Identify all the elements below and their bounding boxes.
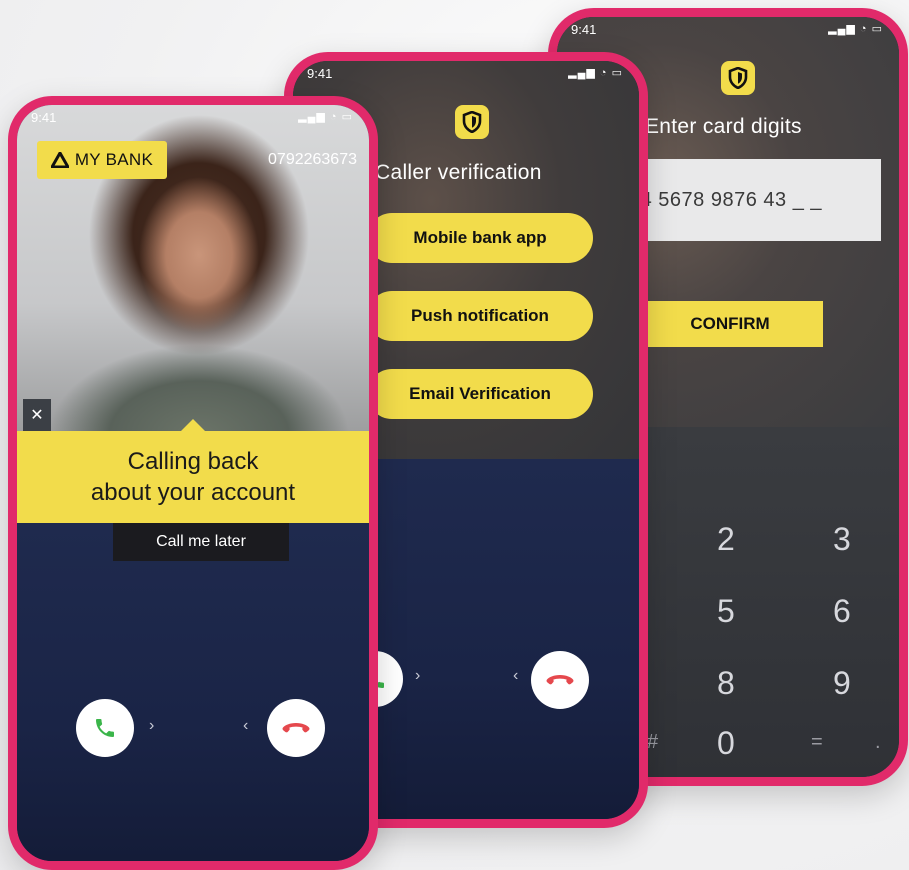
option-label: Email Verification xyxy=(409,384,551,403)
key-hash[interactable]: # xyxy=(647,731,658,754)
status-bar: 9:41 ▂▄▆ ◔ ▭ xyxy=(17,105,369,131)
card-digits-input[interactable]: 34 5678 9876 43 _ _ xyxy=(617,159,881,241)
shield-icon xyxy=(721,61,755,95)
key-dot[interactable]: . xyxy=(875,731,881,754)
page-title: Caller verification xyxy=(375,161,542,184)
key-5[interactable]: 5 xyxy=(717,593,735,630)
key-9[interactable]: 9 xyxy=(833,665,851,702)
key-6[interactable]: 6 xyxy=(833,593,851,630)
call-me-later-button[interactable]: Call me later xyxy=(113,523,289,561)
option-label: Push notification xyxy=(411,306,549,325)
status-time: 9:41 xyxy=(571,22,597,37)
message-line-1: Calling back xyxy=(127,448,259,475)
key-3[interactable]: 3 xyxy=(833,521,851,558)
signal-icon: ▂▄▆ ◔ ▭ xyxy=(828,23,883,35)
status-time: 9:41 xyxy=(307,66,333,81)
bank-name: MY BANK xyxy=(74,150,154,169)
chevron-right-icon: › xyxy=(149,717,155,734)
chevron-left-icon: ‹ xyxy=(243,717,249,734)
phone-decline-icon xyxy=(282,723,310,733)
message-banner: Calling back about your account xyxy=(17,419,369,523)
phone-incoming-call: 9:41 ▂▄▆ ◔ ▭ MY BANK 0792263673 ✕ Callin… xyxy=(8,96,378,870)
option-push-notification[interactable]: Push notification xyxy=(367,291,593,341)
banner-pointer xyxy=(181,419,205,431)
phone-accept-icon xyxy=(96,719,114,737)
accept-call-button[interactable] xyxy=(76,699,134,757)
key-8[interactable]: 8 xyxy=(717,665,735,702)
phone-decline-icon xyxy=(546,675,574,685)
decline-call-button[interactable] xyxy=(531,651,589,709)
confirm-label: CONFIRM xyxy=(690,314,770,333)
key-2[interactable]: 2 xyxy=(717,521,735,558)
bank-logo-triangle-icon xyxy=(50,152,69,168)
bank-logo: MY BANK xyxy=(37,141,167,179)
option-label: Mobile bank app xyxy=(413,228,547,247)
message-line-2: about your account xyxy=(90,479,296,506)
chevron-left-icon: ‹ xyxy=(513,667,519,684)
call-me-later-label: Call me later xyxy=(156,533,246,550)
signal-icon: ▂▄▆ ◔ ▭ xyxy=(568,67,623,79)
status-bar: 9:41 ▂▄▆ ◔ ▭ xyxy=(557,17,899,43)
signal-icon: ▂▄▆ ◔ ▭ xyxy=(298,111,353,123)
status-bar: 9:41 ▂▄▆ ◔ ▭ xyxy=(293,61,639,87)
call-background xyxy=(17,523,369,861)
key-0[interactable]: 0 xyxy=(717,725,735,762)
key-equals[interactable]: = xyxy=(811,731,823,754)
option-mobile-bank-app[interactable]: Mobile bank app xyxy=(367,213,593,263)
caller-number: 0792263673 xyxy=(268,151,357,168)
shield-icon xyxy=(455,105,489,139)
decline-call-button[interactable] xyxy=(267,699,325,757)
page-title: Enter card digits xyxy=(645,115,802,138)
confirm-button[interactable]: CONFIRM xyxy=(637,301,823,347)
option-email-verification[interactable]: Email Verification xyxy=(367,369,593,419)
chevron-right-icon: › xyxy=(415,667,421,684)
close-button[interactable]: ✕ xyxy=(23,399,51,431)
close-icon: ✕ xyxy=(30,407,44,424)
status-time: 9:41 xyxy=(31,110,57,125)
